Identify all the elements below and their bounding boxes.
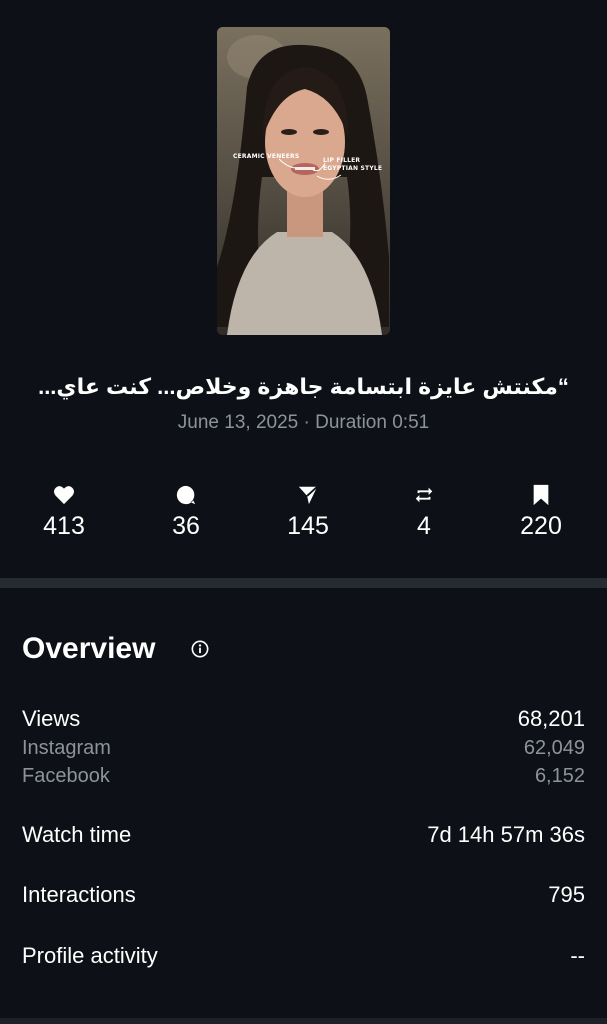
instagram-value: 62,049 [523,737,585,759]
post-date: June 13, 2025 [177,412,299,433]
instagram-row: Instagram 62,049 [22,737,585,760]
stat-saves: 220 [491,482,591,541]
facebook-value: 6,152 [534,765,585,787]
saves-count: 220 [520,512,562,540]
post-meta: June 13, 2025 · Duration 0:51 [0,412,607,434]
annotation-right-2: EGYPTIAN STYLE [323,165,383,172]
watch-time-value: 7d 14h 57m 36s [427,822,585,847]
engagement-stats: 413 36 145 4 220 [0,482,607,552]
bottom-divider [0,1018,607,1024]
views-value: 68,201 [517,706,585,731]
stat-likes: 413 [14,482,114,541]
post-duration: Duration 0:51 [315,412,430,433]
thumbnail-image [217,27,390,335]
shares-count: 145 [287,512,329,540]
stat-shares: 145 [258,482,358,541]
watch-time-label: Watch time [22,822,132,847]
stat-comments: 36 [136,482,236,541]
interactions-value: 795 [548,882,585,907]
stat-reposts: 4 [374,482,474,541]
views-label: Views [22,706,81,731]
video-thumbnail[interactable]: CERAMIC VENEERS LIP FILLER EGYPTIAN STYL… [217,27,390,335]
comments-count: 36 [172,512,200,540]
profile-activity-row[interactable]: Profile activity -- [22,943,585,969]
annotation-left: CERAMIC VENEERS [233,153,300,160]
info-icon[interactable] [191,640,209,658]
views-row: Views 68,201 [22,706,585,732]
send-icon [298,486,318,505]
annotation-right-1: LIP FILLER [323,157,361,164]
profile-activity-label: Profile activity [22,943,158,968]
bookmark-icon [533,484,549,506]
meta-separator: · [303,412,310,433]
likes-count: 413 [43,512,85,540]
post-caption: “مكنتش عايزة ابتسامة جاهزة وخلاص... كنت … [38,374,569,399]
profile-activity-value: -- [570,943,585,968]
facebook-row: Facebook 6,152 [22,765,585,788]
facebook-label: Facebook [22,765,110,787]
heart-icon [54,486,74,505]
section-divider [0,578,607,588]
overview-title: Overview [22,632,156,665]
comment-icon [176,485,196,505]
watch-time-row: Watch time 7d 14h 57m 36s [22,822,585,848]
interactions-row[interactable]: Interactions 795 [22,882,585,908]
instagram-label: Instagram [22,737,111,759]
interactions-label: Interactions [22,882,136,907]
repost-icon [415,487,433,503]
reposts-count: 4 [417,512,431,540]
